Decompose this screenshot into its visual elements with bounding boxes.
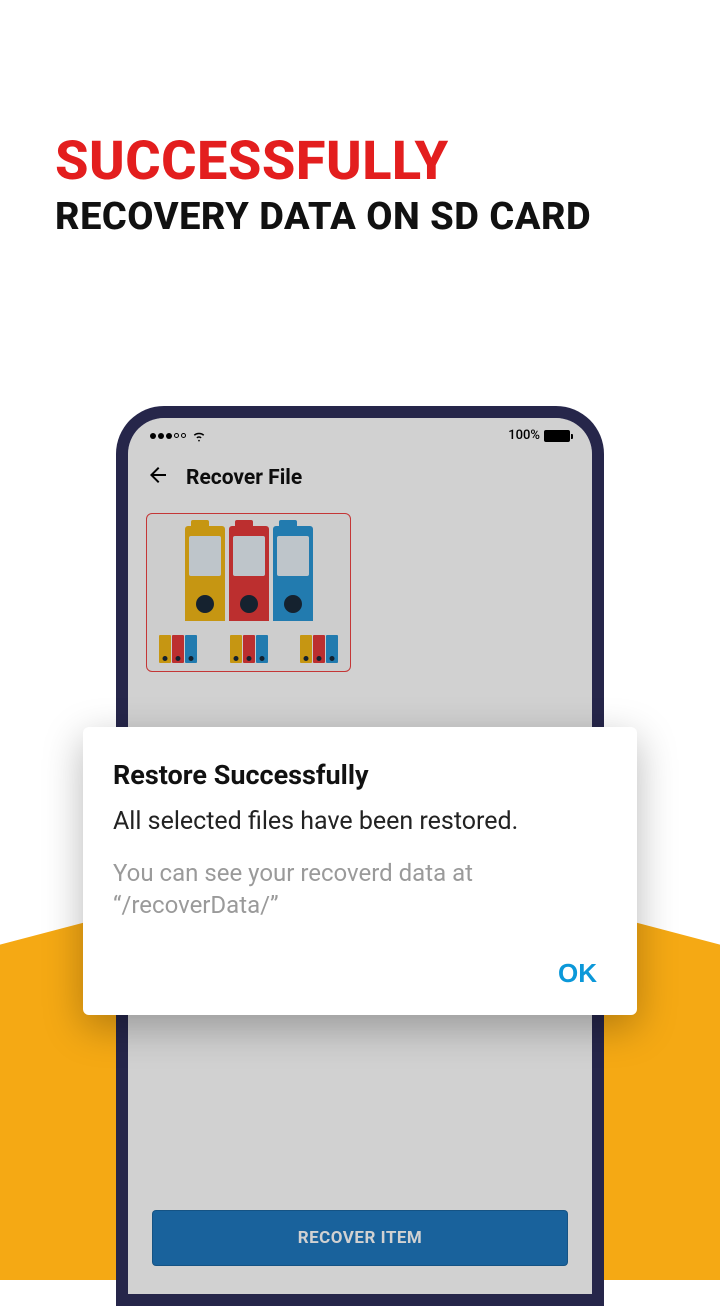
- battery-icon: [544, 430, 570, 442]
- ok-button[interactable]: OK: [548, 952, 607, 995]
- dialog-title: Restore Successfully: [113, 759, 607, 791]
- back-icon[interactable]: [146, 463, 170, 493]
- dialog-path-hint: You can see your recoverd data at “/reco…: [113, 857, 607, 922]
- promo-line2: RECOVERY DATA ON SD CARD: [55, 195, 665, 239]
- statusbar: 100%: [128, 418, 592, 449]
- folder-thumbnails: [155, 635, 342, 663]
- restore-success-dialog: Restore Successfully All selected files …: [83, 727, 637, 1015]
- binders-icon: [155, 526, 342, 621]
- dialog-message: All selected files have been restored.: [113, 805, 607, 839]
- promo-heading: SUCCESSFULLY RECOVERY DATA ON SD CARD: [55, 130, 665, 239]
- battery-percent: 100%: [508, 428, 540, 443]
- recover-item-button[interactable]: RECOVER ITEM: [152, 1210, 568, 1266]
- app-header: Recover File: [128, 449, 592, 507]
- signal-dots-icon: [150, 433, 186, 439]
- content-area: [128, 507, 592, 678]
- screen-title: Recover File: [186, 466, 302, 490]
- promo-line1: SUCCESSFULLY: [55, 130, 665, 193]
- wifi-icon: [192, 429, 206, 443]
- folder-card-selected[interactable]: [146, 513, 351, 672]
